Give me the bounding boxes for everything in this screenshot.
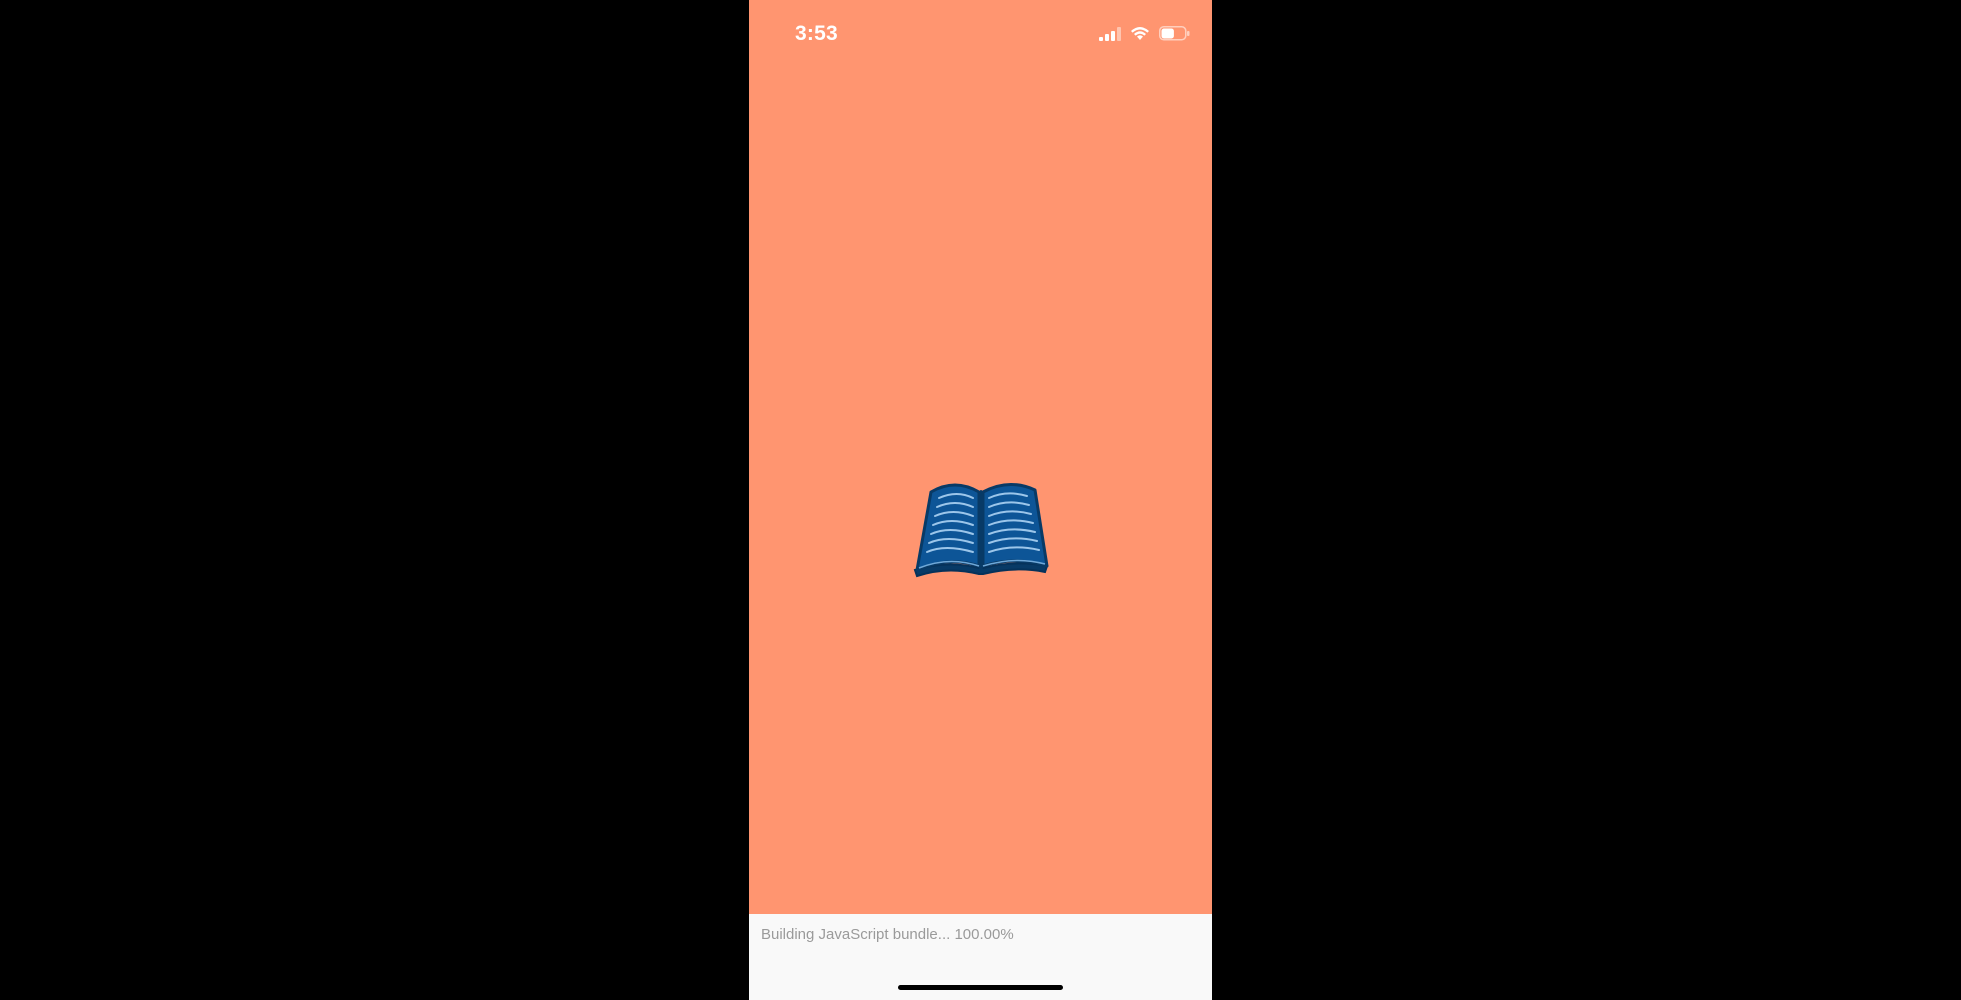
- open-book-icon: [911, 480, 1051, 578]
- wifi-icon: [1130, 26, 1150, 46]
- splash-screen: [749, 0, 1212, 914]
- cellular-signal-icon: [1099, 26, 1121, 46]
- home-indicator[interactable]: [898, 985, 1063, 990]
- status-time: 3:53: [795, 22, 838, 45]
- phone-screen: 3:53 Building JavaScript bundle... 100.0…: [749, 0, 1212, 1000]
- battery-icon: [1159, 26, 1190, 46]
- status-icons: [1099, 26, 1190, 46]
- status-bar: 3:53: [749, 0, 1212, 72]
- bundle-status-text: Building JavaScript bundle... 100.00%: [761, 926, 1014, 943]
- dev-loading-footer: Building JavaScript bundle... 100.00%: [749, 914, 1212, 1000]
